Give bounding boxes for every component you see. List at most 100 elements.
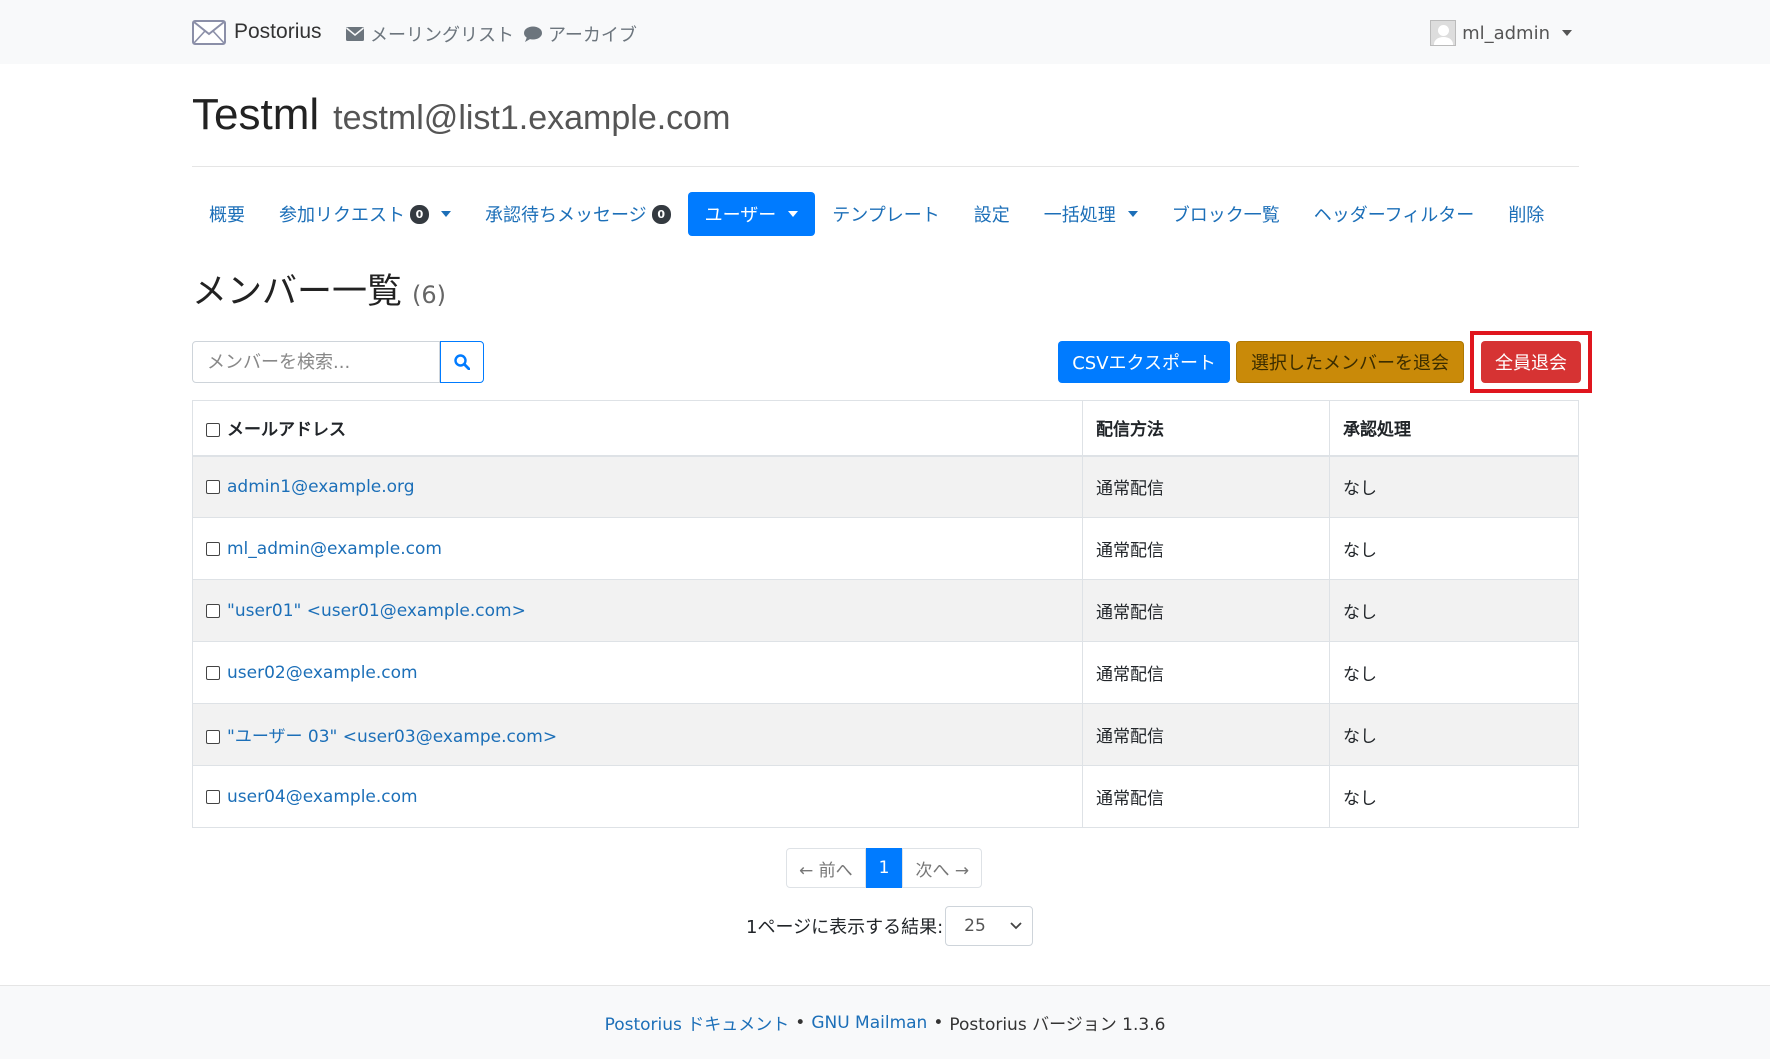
per-page-label: 1ページに表示する結果: bbox=[746, 917, 944, 938]
highlight-frame: 全員退会 bbox=[1470, 331, 1592, 393]
select-all-checkbox[interactable] bbox=[206, 423, 220, 438]
list-title: Testml testml@list1.example.com bbox=[192, 90, 730, 140]
user-name: ml_admin bbox=[1462, 22, 1550, 44]
per-page-control: 1ページに表示する結果: 25 bbox=[746, 906, 1034, 946]
table-row: "ユーザー 03" <user03@exampe.com> 通常配信 なし bbox=[192, 703, 1579, 766]
brand-text: Postorius bbox=[234, 20, 322, 43]
header-delivery: 配信方法 bbox=[1082, 400, 1330, 457]
row-checkbox[interactable] bbox=[206, 479, 220, 494]
tab-label: ヘッダーフィルター bbox=[1313, 205, 1475, 226]
prev-page-button[interactable]: ← 前へ bbox=[786, 848, 866, 888]
tab-held-messages[interactable]: 承認待ちメッセージ 0 bbox=[468, 192, 688, 236]
user-menu[interactable]: ml_admin bbox=[1430, 20, 1572, 46]
member-actions: CSVエクスポート 選択したメンバーを退会 全員退会 bbox=[1058, 331, 1592, 393]
moderation-action: なし bbox=[1329, 455, 1579, 518]
per-page-value: 25 bbox=[964, 916, 986, 936]
tab-summary[interactable]: 概要 bbox=[192, 192, 262, 236]
search-input[interactable] bbox=[192, 341, 440, 383]
avatar bbox=[1430, 20, 1457, 46]
tab-label: 設定 bbox=[973, 205, 1010, 226]
top-navbar: Postorius メーリングリスト アーカイブ ml_admin bbox=[0, 0, 1770, 64]
row-checkbox[interactable] bbox=[206, 541, 220, 556]
tab-label: 概要 bbox=[209, 205, 245, 226]
moderation-action: なし bbox=[1329, 517, 1579, 580]
count-badge: 0 bbox=[410, 204, 429, 224]
header-moderation: 承認処理 bbox=[1329, 400, 1579, 457]
delivery-mode: 通常配信 bbox=[1082, 703, 1330, 766]
row-checkbox[interactable] bbox=[206, 789, 220, 804]
tab-subscription-requests[interactable]: 参加リクエスト 0 bbox=[262, 192, 468, 236]
unsubscribe-all-button[interactable]: 全員退会 bbox=[1481, 341, 1581, 383]
delivery-mode: 通常配信 bbox=[1082, 765, 1330, 828]
gnu-mailman-link[interactable]: GNU Mailman bbox=[811, 1013, 927, 1033]
envelope-icon bbox=[346, 27, 364, 41]
tab-label: 一括処理 bbox=[1043, 205, 1116, 226]
member-email-link[interactable]: user04@example.com bbox=[227, 787, 418, 807]
nav-archives[interactable]: アーカイブ bbox=[524, 21, 637, 47]
tab-ban-list[interactable]: ブロック一覧 bbox=[1155, 192, 1297, 236]
postorius-logo-icon bbox=[192, 20, 226, 45]
header-email: メールアドレス bbox=[192, 400, 1083, 457]
member-search bbox=[192, 341, 484, 383]
docs-link[interactable]: Postorius ドキュメント bbox=[605, 1010, 790, 1035]
table-row: user02@example.com 通常配信 なし bbox=[192, 641, 1579, 704]
chevron-down-icon bbox=[1010, 922, 1022, 930]
moderation-action: なし bbox=[1329, 641, 1579, 704]
csv-export-button[interactable]: CSVエクスポート bbox=[1058, 341, 1230, 383]
member-email-link[interactable]: ml_admin@example.com bbox=[227, 539, 442, 559]
tab-label: 承認待ちメッセージ bbox=[485, 205, 647, 226]
row-checkbox[interactable] bbox=[206, 603, 220, 618]
tab-mass-operations[interactable]: 一括処理 bbox=[1027, 192, 1155, 236]
member-email-link[interactable]: "user01" <user01@example.com> bbox=[227, 601, 526, 621]
nav-mailing-lists[interactable]: メーリングリスト bbox=[346, 21, 514, 47]
chevron-down-icon bbox=[1562, 30, 1572, 36]
chevron-down-icon bbox=[788, 211, 799, 217]
chevron-down-icon bbox=[1127, 211, 1138, 217]
tab-label: ブロック一覧 bbox=[1171, 205, 1280, 226]
footer-separator: • bbox=[933, 1012, 944, 1033]
moderation-action: なし bbox=[1329, 579, 1579, 642]
pagination: ← 前へ 1 次へ → bbox=[786, 848, 983, 888]
table-row: user04@example.com 通常配信 なし bbox=[192, 765, 1579, 828]
version-text: Postorius バージョン 1.3.6 bbox=[949, 1015, 1166, 1035]
table-row: admin1@example.org 通常配信 なし bbox=[192, 455, 1579, 518]
search-icon bbox=[454, 354, 470, 370]
comment-icon bbox=[524, 26, 542, 42]
table-header-row: メールアドレス 配信方法 承認処理 bbox=[192, 400, 1579, 457]
nav-archives-label: アーカイブ bbox=[548, 25, 637, 46]
member-count: (6) bbox=[412, 281, 447, 309]
table-row: "user01" <user01@example.com> 通常配信 なし bbox=[192, 579, 1579, 642]
next-page-button[interactable]: 次へ → bbox=[902, 848, 983, 888]
count-badge: 0 bbox=[651, 204, 671, 224]
row-checkbox[interactable] bbox=[206, 730, 220, 744]
member-email-link[interactable]: "ユーザー 03" <user03@exampe.com> bbox=[227, 727, 557, 747]
page-heading-text: メンバー一覧 bbox=[192, 272, 403, 312]
delivery-mode: 通常配信 bbox=[1082, 517, 1330, 580]
tab-label: テンプレート bbox=[832, 205, 940, 226]
nav-mailing-lists-label: メーリングリスト bbox=[370, 25, 514, 46]
tab-label: ユーザー bbox=[704, 205, 777, 226]
current-page-button[interactable]: 1 bbox=[865, 848, 903, 888]
tab-header-filters[interactable]: ヘッダーフィルター bbox=[1297, 192, 1492, 236]
list-tabs: 概要 参加リクエスト 0 承認待ちメッセージ 0 ユーザー テンプレート 設定 … bbox=[192, 192, 1561, 236]
delivery-mode: 通常配信 bbox=[1082, 579, 1330, 642]
chevron-down-icon bbox=[441, 211, 451, 217]
tab-label: 参加リクエスト bbox=[279, 205, 405, 226]
tab-delete[interactable]: 削除 bbox=[1491, 192, 1561, 236]
member-email-link[interactable]: admin1@example.org bbox=[227, 477, 415, 497]
tab-users[interactable]: ユーザー bbox=[687, 192, 816, 236]
row-checkbox[interactable] bbox=[206, 665, 220, 680]
member-email-link[interactable]: user02@example.com bbox=[227, 663, 418, 683]
tab-templates[interactable]: テンプレート bbox=[815, 192, 956, 236]
tab-settings[interactable]: 設定 bbox=[957, 192, 1027, 236]
brand-link[interactable]: Postorius bbox=[192, 18, 322, 46]
per-page-select[interactable]: 25 bbox=[945, 906, 1034, 946]
divider bbox=[192, 166, 1579, 167]
unsubscribe-selected-button[interactable]: 選択したメンバーを退会 bbox=[1236, 341, 1464, 383]
delivery-mode: 通常配信 bbox=[1082, 455, 1330, 518]
moderation-action: なし bbox=[1329, 703, 1579, 766]
list-address: testml@list1.example.com bbox=[333, 99, 731, 137]
members-table: メールアドレス 配信方法 承認処理 admin1@example.org 通常配… bbox=[192, 400, 1579, 828]
search-button[interactable] bbox=[440, 341, 484, 383]
header-email-label: メールアドレス bbox=[227, 420, 346, 441]
